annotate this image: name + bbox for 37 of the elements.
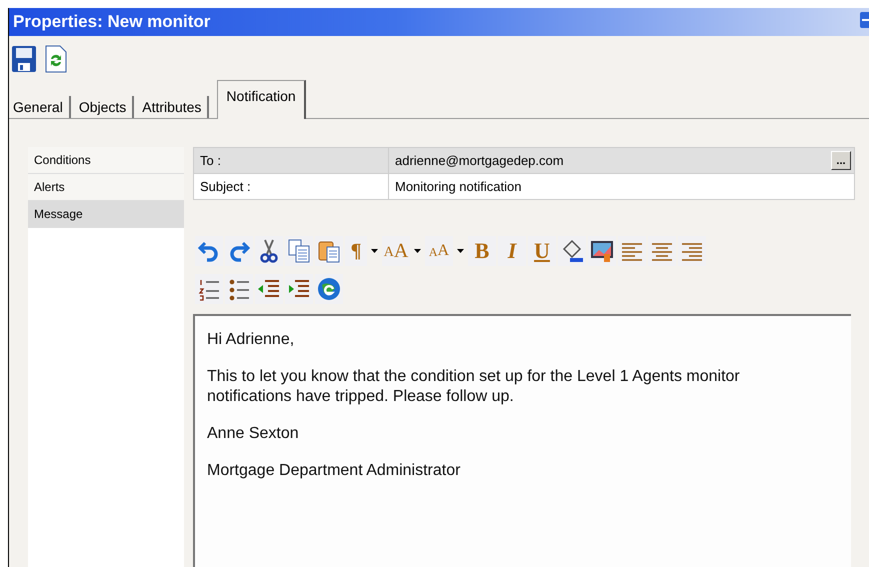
tab[interactable]: General — [9, 96, 71, 118]
underline-button[interactable]: U — [528, 236, 556, 266]
field-value[interactable]: adrienne@mortgagedep.com ... — [389, 148, 854, 173]
numbered-list-icon[interactable] — [197, 277, 221, 301]
tab[interactable]: Notification — [217, 80, 306, 119]
sidebar-item[interactable]: Message — [28, 201, 184, 228]
font-size-button[interactable]: AA — [425, 236, 453, 266]
save-icon[interactable] — [11, 45, 37, 73]
picture-icon[interactable] — [590, 239, 614, 263]
field-label: Subject : — [194, 174, 389, 199]
paragraph-button[interactable]: ¶ — [345, 236, 367, 266]
window-control-icon[interactable] — [860, 12, 869, 28]
paint-bucket-icon[interactable] — [560, 239, 584, 263]
browse-button[interactable]: ... — [831, 151, 851, 170]
caret-icon[interactable] — [457, 249, 464, 253]
window-title: Properties: New monitor — [12, 12, 210, 32]
refresh-page-icon[interactable] — [45, 45, 67, 73]
field-label: To : — [194, 148, 389, 173]
caret-icon[interactable] — [414, 249, 421, 253]
globe-icon[interactable] — [317, 277, 341, 301]
sidebar-item[interactable]: Alerts — [28, 174, 184, 201]
bulleted-list-icon[interactable] — [227, 277, 251, 301]
copy-icon[interactable] — [287, 239, 311, 263]
message-paragraph: Mortgage Department Administrator — [207, 461, 462, 481]
message-paragraph: Anne Sexton — [207, 424, 300, 444]
sidebar-item[interactable]: Conditions — [28, 147, 184, 174]
message-paragraph: Hi Adrienne, — [207, 330, 296, 350]
tab[interactable]: Attributes — [138, 96, 210, 118]
paste-icon[interactable] — [317, 239, 341, 263]
field-value[interactable]: Monitoring notification — [389, 174, 854, 199]
message-editor[interactable]: Hi Adrienne, This to let you know that the condition set up for the Level 1 Agents monitor notifications have tripped. Please follow up. Anne Sexton Mortgage Department Administrator — [193, 314, 851, 567]
italic-button[interactable]: I — [498, 236, 526, 266]
message-paragraph: This to let you know that the condition set up for the Level 1 Agents monitor notifications have tripped. Please follow up. — [207, 367, 741, 407]
bold-button[interactable]: B — [468, 236, 496, 266]
caret-icon[interactable] — [371, 249, 378, 253]
font-size-button[interactable]: AA — [382, 236, 410, 266]
tab[interactable]: Objects — [74, 96, 134, 118]
